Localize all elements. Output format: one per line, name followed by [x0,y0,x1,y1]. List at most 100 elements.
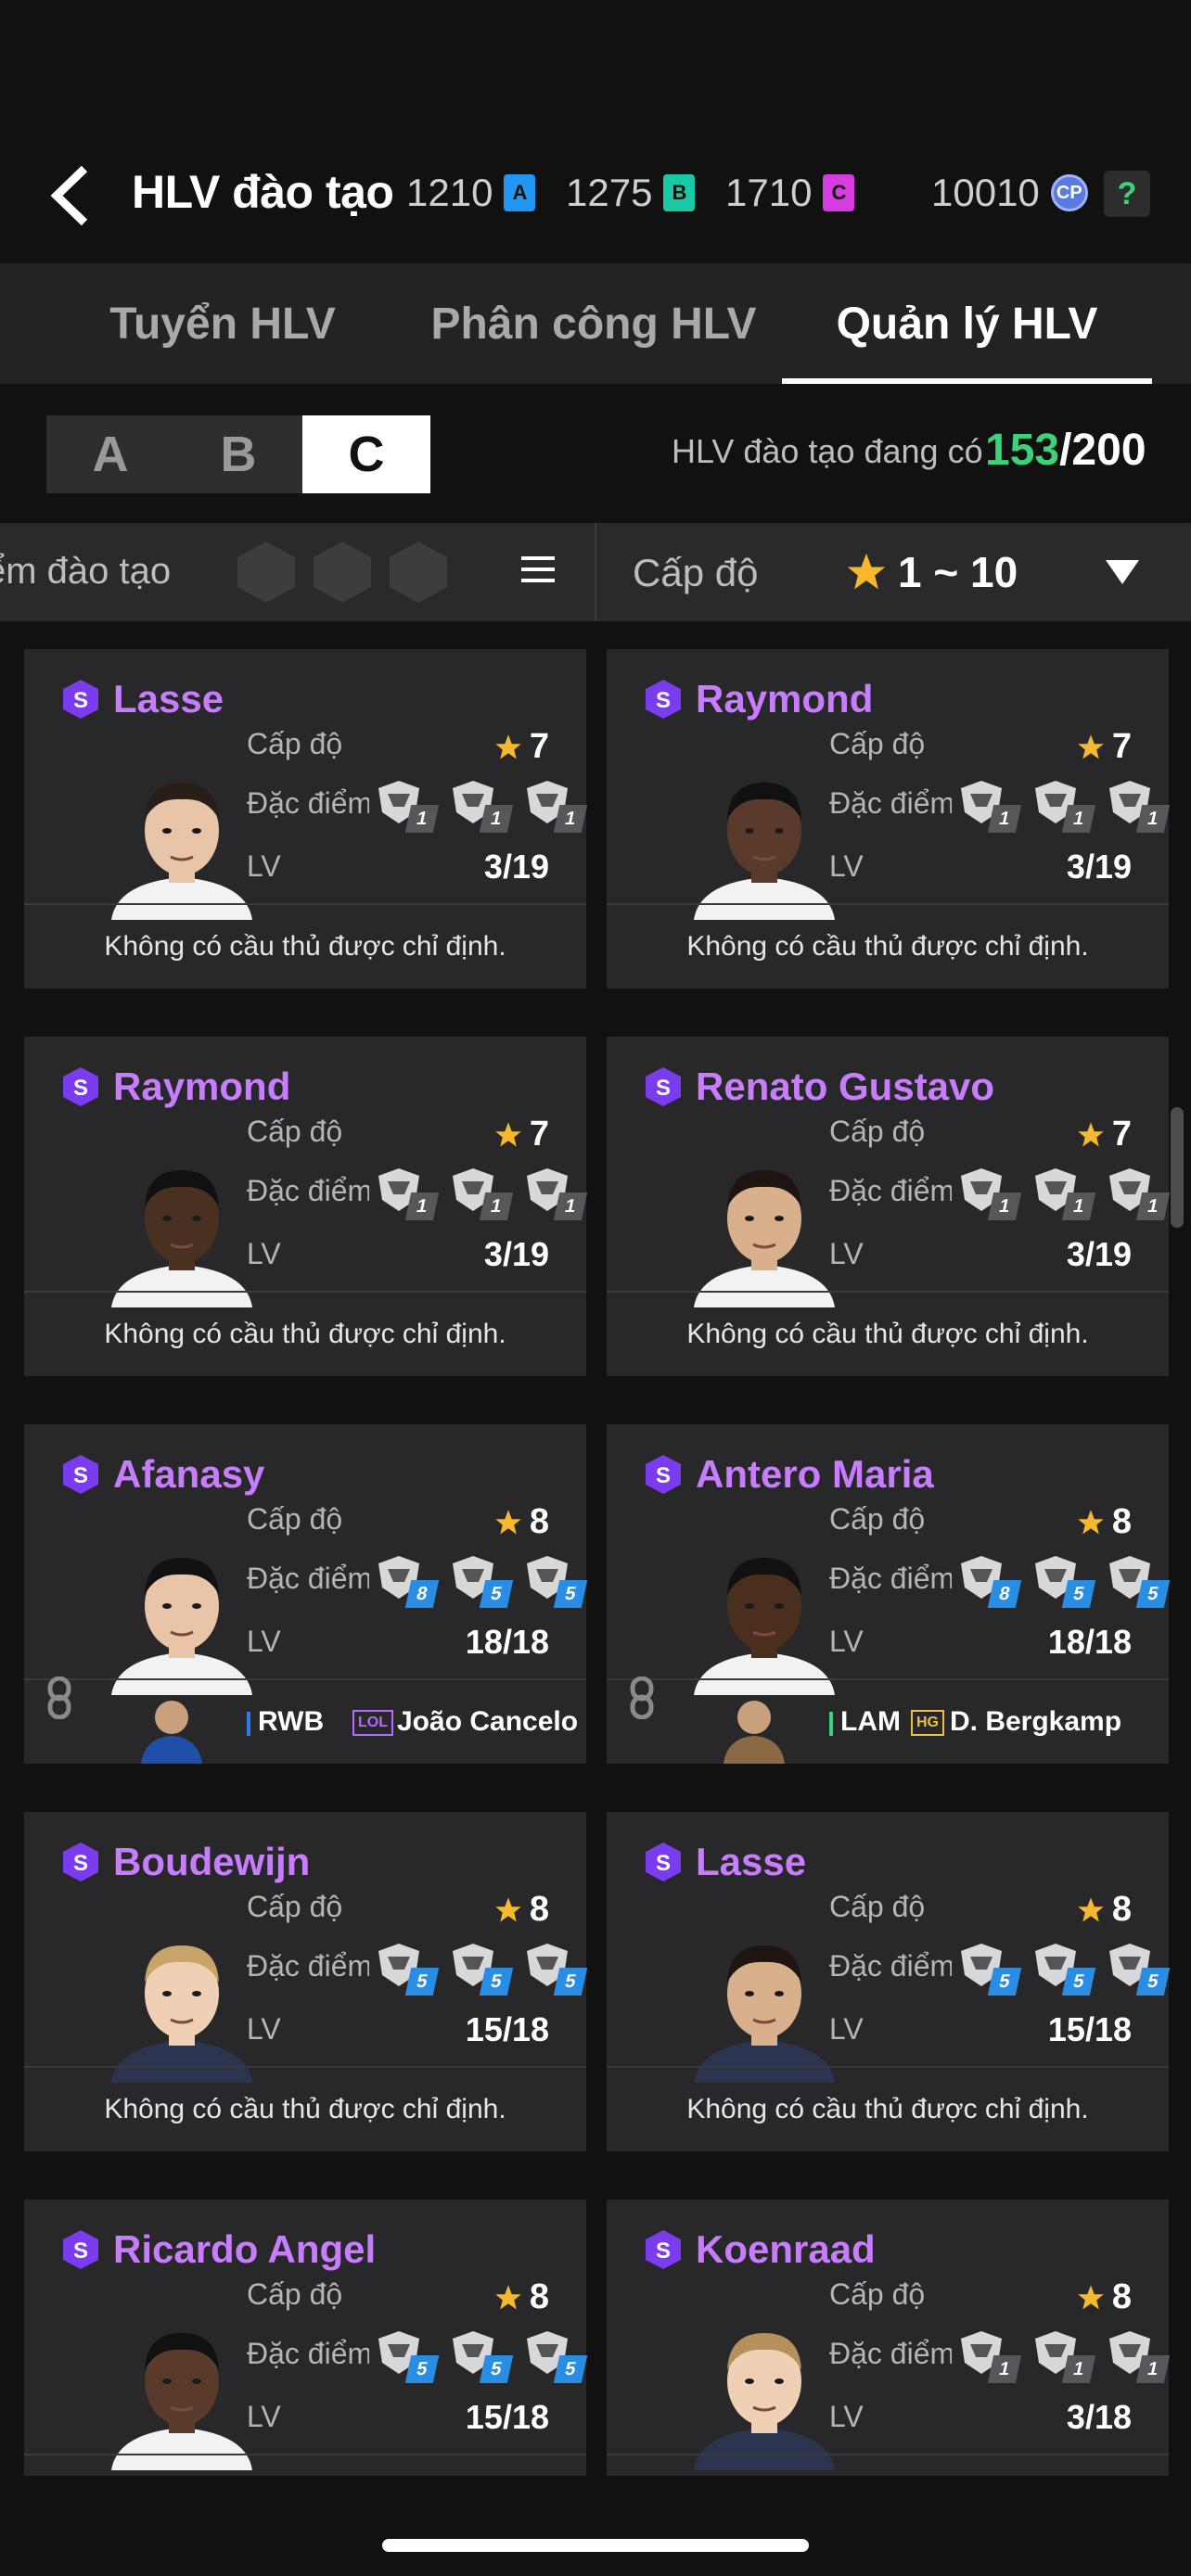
back-button[interactable] [37,163,102,228]
grade-s-icon: S [63,680,98,719]
trait-list: 5 5 5 [955,1942,1171,1996]
coach-card[interactable]: S Raymond Cấp độ 7 Đặc điểm 1 1 1 LV 3/19 Không có… [24,1037,588,1376]
dropdown-arrow-icon[interactable] [1104,558,1141,586]
grade-c-button[interactable]: C [302,415,430,493]
player-name: João Cancelo [397,1706,579,1737]
tab-assign-coach[interactable]: Phân công HLV [408,263,779,384]
coach-name-row: S Raymond [61,1065,290,1109]
coach-name-row: S Raymond [644,677,873,721]
page-title: HLV đào tạo [132,166,394,218]
coach-name-row: S Lasse [644,1840,806,1884]
trait-icon: 5 [447,1554,514,1608]
hexagon-slot-icon[interactable] [388,540,449,605]
currency-cp: 10010 CP [931,171,1088,215]
grade-s-icon: S [646,1067,681,1106]
coach-count: 153/200 [985,425,1146,476]
coach-lv-value: 3/19 [1066,848,1132,886]
currency-a: 1210 A [406,171,536,215]
traits-label: Đặc điểm [247,1174,369,1207]
coach-card[interactable]: S Koenraad Cấp độ 8 Đặc điểm 1 1 1 LV 3/18 Không c… [607,2200,1171,2476]
coach-card[interactable]: S Lasse Cấp độ 8 Đặc điểm 5 5 5 LV 15/18 Không có … [607,1812,1171,2151]
level-label: Cấp độ [829,727,926,760]
help-button[interactable]: ? [1104,171,1150,217]
trait-icon: 5 [521,1554,588,1608]
tab-recruit-coach[interactable]: Tuyển HLV [37,263,408,384]
coach-avatar [98,1539,265,1695]
svg-text:S: S [656,688,671,713]
star-icon [1078,1896,1104,1921]
home-indicator[interactable] [382,2539,809,2552]
traits-label: Đặc điểm [829,1562,952,1595]
scrollbar[interactable] [1171,1107,1184,1228]
tab-manage-coach[interactable]: Quản lý HLV [782,263,1152,384]
trait-icon: 8 [955,1554,1022,1608]
svg-text:S: S [656,2238,671,2264]
hexagon-slot-icon[interactable] [312,540,373,605]
trait-level: 1 [1061,805,1096,833]
currency-b-value: 1275 [566,171,653,214]
trait-level: 5 [479,2355,514,2383]
trait-level: 1 [1135,2355,1171,2383]
coach-name: Boudewijn [113,1840,311,1883]
coach-level: 7 [494,1115,549,1154]
star-icon [495,2284,521,2309]
coach-card[interactable]: S Lasse Cấp độ 7 Đặc điểm 1 1 1 LV 3/19 Không có c… [24,649,588,988]
training-point-filter[interactable]: ểm đào tạo [0,523,594,621]
trait-icon: 5 [1030,1554,1096,1608]
trait-list: 8 5 5 [955,1554,1171,1608]
lv-label: LV [829,2400,864,2433]
hexagon-slot-icon[interactable] [236,540,297,605]
grade-b-button[interactable]: B [174,415,302,493]
traits-label: Đặc điểm [829,1174,952,1207]
assigned-player[interactable]: LAM HG D. Bergkamp [607,1677,1169,1764]
coach-card[interactable]: S Raymond Cấp độ 7 Đặc điểm 1 1 1 LV 3/19 Không có… [607,649,1171,988]
ticket-c-icon: C [823,174,855,211]
trait-icon: 5 [1104,1554,1171,1608]
lv-label: LV [247,849,281,883]
coach-name-row: S Lasse [61,677,224,721]
lv-label: LV [247,2012,281,2046]
currency-c: 1710 C [725,171,855,215]
coach-avatar [681,2315,848,2470]
grade-a-button[interactable]: A [46,415,174,493]
trait-icon: 1 [955,2329,1022,2383]
no-player-assigned: Không có cầu thủ được chỉ định. [104,2094,506,2124]
coach-name-row: S Boudewijn [61,1840,310,1884]
header-bar: HLV đào tạo 1210 A 1275 B 1710 C 10010 C… [0,130,1191,260]
coach-list[interactable]: S Lasse Cấp độ 7 Đặc điểm 1 1 1 LV 3/19 Không có c… [0,621,1191,2476]
coach-name-row: S Renato Gustavo [644,1065,994,1109]
trait-icon: 5 [1104,1942,1171,1996]
coach-card[interactable]: S Ricardo Angel Cấp độ 8 Đặc điểm 5 5 5 LV 15/18 K… [24,2200,588,2476]
link-chain-icon [47,1677,71,1719]
trait-level: 5 [404,1968,440,1996]
level-filter-range[interactable]: 1 ~ 10 [846,547,1018,597]
coach-level-value: 8 [1111,2277,1132,2316]
coach-avatar [681,764,848,920]
level-range-value: 1 ~ 10 [898,548,1018,596]
star-icon [1078,1121,1104,1146]
coach-name-row: S Afanasy [61,1452,264,1497]
coach-avatar [98,1152,265,1307]
level-label: Cấp độ [829,1115,926,1148]
assigned-player[interactable]: RWB LOL João Cancelo [24,1677,586,1764]
grade-segmented-control: A B C [46,415,430,493]
coach-name: Koenraad [696,2227,876,2271]
chevron-left-icon [50,165,88,226]
trait-level: 1 [1061,2355,1096,2383]
trait-icon: 5 [955,1942,1022,1996]
coach-lv-value: 15/18 [465,2010,549,2048]
traits-label: Đặc điểm [247,786,369,820]
coach-count-current: 153 [985,426,1060,475]
star-icon [495,1121,521,1146]
coach-name-row: S Koenraad [644,2227,876,2272]
coach-lv-value: 15/18 [465,2398,549,2436]
menu-icon[interactable] [519,551,557,588]
coach-card[interactable]: S Afanasy Cấp độ 8 Đặc điểm 8 5 5 LV 18/18 RWB LOL J… [24,1424,588,1764]
coach-card[interactable]: S Renato Gustavo Cấp độ 7 Đặc điểm 1 1 1 LV 3/19 K… [607,1037,1171,1376]
coach-card[interactable]: S Antero Maria Cấp độ 8 Đặc điểm 8 5 5 LV 18/18 LA… [607,1424,1171,1764]
trait-icon: 5 [521,1942,588,1996]
level-label: Cấp độ [829,1890,926,1923]
coach-card[interactable]: S Boudewijn Cấp độ 8 Đặc điểm 5 5 5 LV 15/18 Không… [24,1812,588,2151]
trait-level: 5 [987,1968,1022,1996]
coach-level-value: 7 [529,1115,549,1154]
